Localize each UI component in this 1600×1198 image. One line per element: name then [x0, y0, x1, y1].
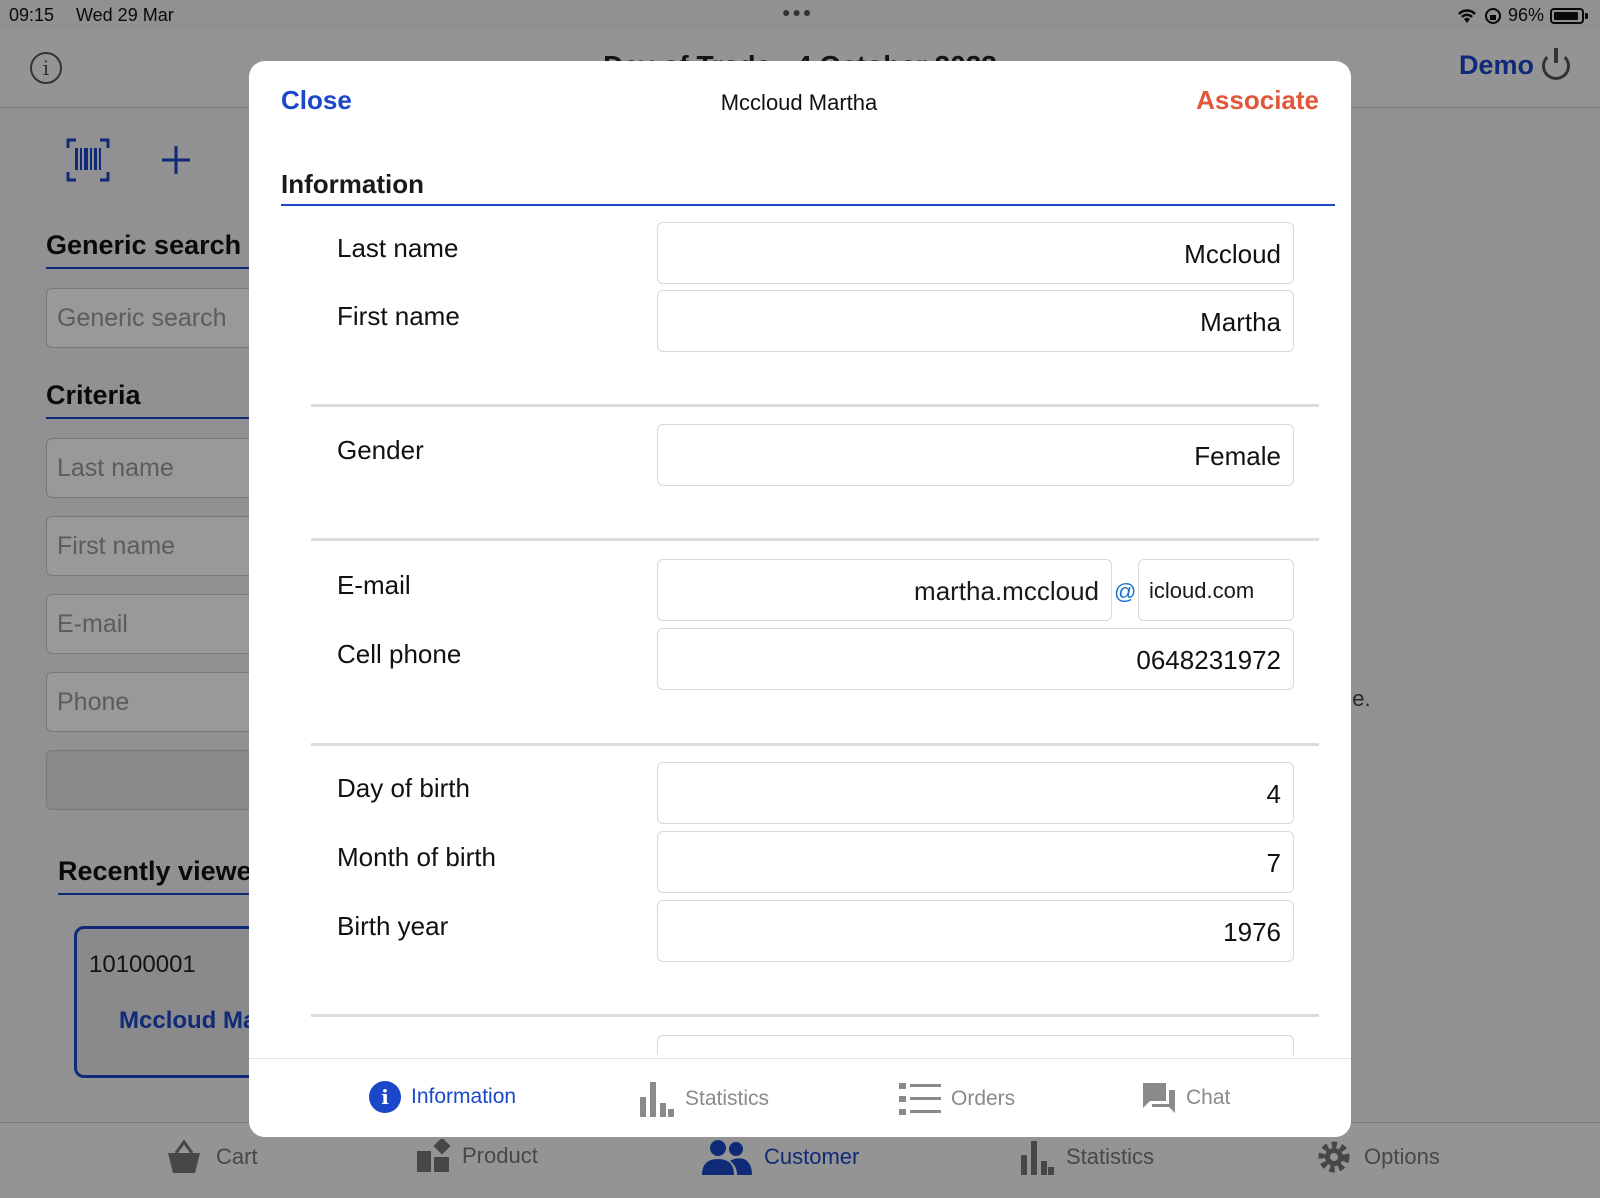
- customer-modal: Close Mccloud Martha Associate Informati…: [249, 61, 1351, 1137]
- close-button[interactable]: Close: [281, 85, 352, 116]
- modal-title: Mccloud Martha: [720, 90, 878, 115]
- information-section-title: Information: [281, 169, 1335, 206]
- last-name-label: Last name: [337, 233, 459, 263]
- first-name-label: First name: [337, 301, 460, 331]
- modal-tab-statistics-label: Statistics: [685, 1087, 770, 1110]
- first-name-field[interactable]: Martha: [657, 290, 1294, 352]
- month-of-birth-field[interactable]: 7: [657, 831, 1294, 893]
- divider: [311, 404, 1319, 407]
- month-of-birth-label: Month of birth: [337, 842, 496, 872]
- gender-field[interactable]: Female: [657, 424, 1294, 486]
- divider: [311, 743, 1319, 746]
- divider: [311, 538, 1319, 541]
- email-domain-field[interactable]: icloud.com: [1138, 559, 1294, 621]
- at-sign: @: [1114, 579, 1137, 604]
- day-of-birth-field[interactable]: 4: [657, 762, 1294, 824]
- last-name-field[interactable]: Mccloud: [657, 222, 1294, 284]
- birth-year-label: Birth year: [337, 911, 449, 941]
- modal-tab-orders[interactable]: Orders: [899, 1081, 1015, 1117]
- email-user-field[interactable]: martha.mccloud: [657, 559, 1112, 621]
- modal-tab-orders-label: Orders: [951, 1087, 1016, 1110]
- chat-bubbles-icon: [1143, 1083, 1175, 1113]
- list-icon: [899, 1083, 941, 1115]
- day-of-birth-label: Day of birth: [337, 773, 470, 803]
- modal-tab-bar: i Information Statistics Orders Chat: [249, 1058, 1351, 1137]
- modal-tab-information[interactable]: i Information: [369, 1081, 516, 1113]
- email-label: E-mail: [337, 570, 411, 600]
- info-circle-icon: i: [369, 1081, 401, 1113]
- modal-tab-chat-label: Chat: [1186, 1086, 1231, 1109]
- modal-tab-statistics[interactable]: Statistics: [639, 1081, 769, 1117]
- next-field-partial[interactable]: [657, 1035, 1294, 1055]
- associate-button[interactable]: Associate: [1196, 85, 1319, 116]
- gender-label: Gender: [337, 435, 424, 465]
- cell-phone-field[interactable]: 0648231972: [657, 628, 1294, 690]
- modal-tab-chat[interactable]: Chat: [1142, 1081, 1230, 1115]
- cell-phone-label: Cell phone: [337, 639, 462, 669]
- divider: [311, 1014, 1319, 1017]
- bar-chart-icon: [640, 1082, 674, 1117]
- modal-header: Close Mccloud Martha Associate: [249, 61, 1351, 141]
- modal-tab-information-label: Information: [411, 1085, 517, 1108]
- birth-year-field[interactable]: 1976: [657, 900, 1294, 962]
